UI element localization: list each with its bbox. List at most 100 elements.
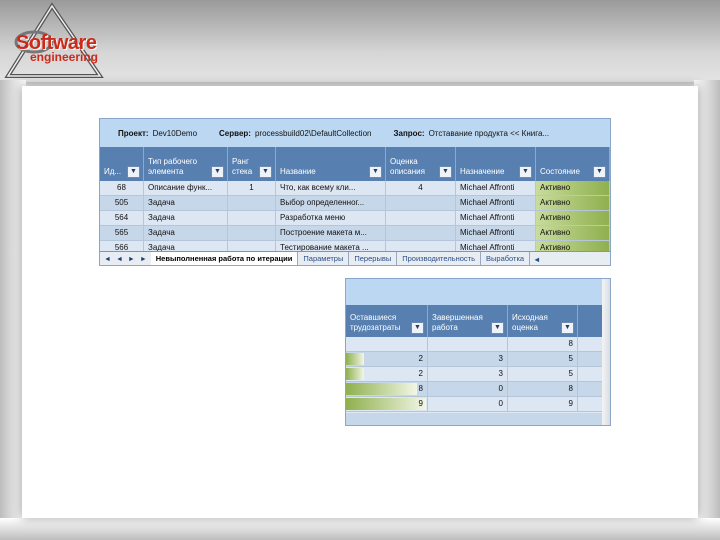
table-cell[interactable]: Активно	[536, 226, 610, 240]
column-header: Название ▼	[276, 147, 386, 181]
table-row[interactable]: 808	[346, 382, 610, 397]
software-engineering-logo: Software engineering	[4, 2, 114, 82]
work-grid-rows: 8235235808909	[346, 337, 610, 412]
completed-work-cell[interactable]: 0	[428, 397, 508, 411]
table-row[interactable]: 8	[346, 337, 610, 352]
table-cell[interactable]: Выбор определенног...	[276, 196, 386, 210]
table-cell[interactable]: Задача	[144, 211, 228, 225]
completed-work-cell[interactable]: 0	[428, 382, 508, 396]
table-row[interactable]: 235	[346, 367, 610, 382]
table-row[interactable]: 564 Задача Разработка меню Michael Affronti…	[100, 211, 610, 226]
sheet-nav-button[interactable]: ►	[140, 256, 147, 263]
remaining-work-cell[interactable]	[346, 337, 428, 351]
server-value: processbuild02\DefaultCollection	[254, 128, 372, 138]
work-grid-scroll-edge	[602, 279, 610, 425]
filter-dropdown-icon[interactable]: ▼	[211, 166, 224, 178]
table-cell[interactable]	[228, 226, 276, 240]
sheet-tab[interactable]: Выработка	[481, 252, 531, 265]
table-row[interactable]: 565 Задача Построение макета м... Michael A…	[100, 226, 610, 241]
table-cell[interactable]: 505	[100, 196, 144, 210]
work-grid-footer	[346, 413, 610, 425]
sheet-tab[interactable]: Перерывы	[349, 252, 398, 265]
remaining-work-value: 8	[418, 384, 423, 393]
table-cell[interactable]: Michael Affronti	[456, 211, 536, 225]
table-cell[interactable]: Описание функ...	[144, 181, 228, 195]
logo-text-engineering: engineering	[30, 50, 99, 64]
sheet-tab-bar: ◄ ◄ ► ► Невыполненная работа по итерации Пар…	[100, 251, 610, 265]
sheet-scroll-icon[interactable]: ◄	[530, 255, 543, 264]
sheet-tab[interactable]: Невыполненная работа по итерации	[150, 252, 299, 265]
table-cell[interactable]: 4	[386, 181, 456, 195]
remaining-work-cell[interactable]: 9	[346, 397, 428, 411]
table-cell[interactable]	[228, 196, 276, 210]
remaining-work-cell[interactable]: 2	[346, 367, 428, 381]
column-header: Исходная оценка ▼	[508, 305, 578, 337]
table-cell[interactable]: Michael Affronti	[456, 181, 536, 195]
filter-dropdown-icon[interactable]: ▼	[439, 166, 452, 178]
table-row[interactable]: 505 Задача Выбор определенног... Michael Af…	[100, 196, 610, 211]
table-cell[interactable]: Michael Affronti	[456, 196, 536, 210]
table-cell[interactable]	[386, 226, 456, 240]
table-cell[interactable]: 1	[228, 181, 276, 195]
filter-dropdown-icon[interactable]: ▼	[519, 166, 532, 178]
column-header-label: Завершенная работа	[432, 313, 483, 332]
table-cell[interactable]	[228, 211, 276, 225]
column-header-label: Назначение	[460, 167, 505, 176]
work-grid: Оставшиеся трудозатраты ▼ Завершенная рабо…	[345, 278, 611, 426]
table-cell[interactable]: 565	[100, 226, 144, 240]
filter-dropdown-icon[interactable]: ▼	[561, 322, 574, 334]
sheet-nav-buttons: ◄ ◄ ► ►	[100, 256, 151, 263]
filter-dropdown-icon[interactable]: ▼	[127, 166, 140, 178]
original-estimate-cell[interactable]: 9	[508, 397, 578, 411]
query-value: Отставание продукта << Книга...	[428, 128, 550, 138]
table-cell[interactable]: Разработка меню	[276, 211, 386, 225]
table-cell[interactable]: Активно	[536, 196, 610, 210]
filter-dropdown-icon[interactable]: ▼	[411, 322, 424, 334]
backlog-grid-header: Ид... ▼ Тип рабочего элемента ▼ Ранг стека ▼ Н…	[100, 147, 610, 181]
project-value: Dev10Demo	[152, 128, 198, 138]
filter-dropdown-icon[interactable]: ▼	[369, 166, 382, 178]
data-bar	[346, 368, 364, 380]
table-cell[interactable]: Активно	[536, 181, 610, 195]
column-header-label: Оставшиеся трудозатраты	[350, 313, 401, 332]
sheet-nav-button[interactable]: ◄	[116, 256, 123, 263]
table-cell[interactable]: 68	[100, 181, 144, 195]
table-cell[interactable]: Задача	[144, 226, 228, 240]
table-cell[interactable]	[386, 196, 456, 210]
remaining-work-cell[interactable]: 2	[346, 352, 428, 366]
table-cell[interactable]: Что, как всему кли...	[276, 181, 386, 195]
original-estimate-cell[interactable]: 8	[508, 337, 578, 351]
original-estimate-cell[interactable]: 5	[508, 367, 578, 381]
column-header-label: Ранг стека	[232, 157, 253, 176]
completed-work-cell[interactable]	[428, 337, 508, 351]
sheet-nav-button[interactable]: ◄	[104, 256, 111, 263]
remaining-work-value: 2	[418, 369, 423, 378]
original-estimate-cell[interactable]: 5	[508, 352, 578, 366]
sheet-nav-button[interactable]: ►	[128, 256, 135, 263]
table-row[interactable]: 68 Описание функ... 1 Что, как всему кли...…	[100, 181, 610, 196]
filter-dropdown-icon[interactable]: ▼	[593, 166, 606, 178]
column-header: Оценка описания ▼	[386, 147, 456, 181]
table-cell[interactable]	[386, 211, 456, 225]
column-header: Оставшиеся трудозатраты ▼	[346, 305, 428, 337]
table-cell[interactable]: Построение макета м...	[276, 226, 386, 240]
completed-work-cell[interactable]: 3	[428, 352, 508, 366]
sheet-tab[interactable]: Параметры	[298, 252, 350, 265]
sheet-tab[interactable]: Производительность	[397, 252, 482, 265]
filter-dropdown-icon[interactable]: ▼	[259, 166, 272, 178]
remaining-work-cell[interactable]: 8	[346, 382, 428, 396]
table-cell[interactable]: Активно	[536, 211, 610, 225]
table-row[interactable]: 909	[346, 397, 610, 412]
filter-dropdown-icon[interactable]: ▼	[491, 322, 504, 334]
table-cell[interactable]: Michael Affronti	[456, 226, 536, 240]
column-header: Тип рабочего элемента ▼	[144, 147, 228, 181]
completed-work-cell[interactable]: 3	[428, 367, 508, 381]
column-header: Назначение ▼	[456, 147, 536, 181]
table-row[interactable]: 235	[346, 352, 610, 367]
original-estimate-cell[interactable]: 8	[508, 382, 578, 396]
table-cell[interactable]: 564	[100, 211, 144, 225]
query-label: Запрос:	[393, 128, 425, 138]
table-cell[interactable]: Задача	[144, 196, 228, 210]
column-header-label: Состояние	[540, 167, 580, 176]
server-label: Сервер:	[219, 128, 251, 138]
